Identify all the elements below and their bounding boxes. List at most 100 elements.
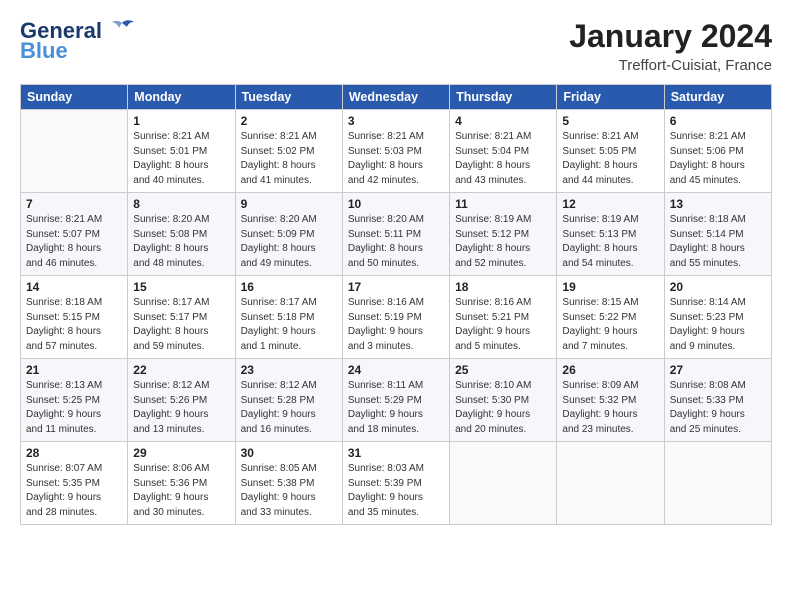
day-info: Sunrise: 8:17 AMSunset: 5:18 PMDaylight:…: [241, 296, 337, 354]
logo-blue-text: Blue: [20, 38, 68, 64]
day-number: 6: [670, 114, 766, 128]
day-number: 16: [241, 280, 337, 294]
day-info: Sunrise: 8:11 AMSunset: 5:29 PMDaylight:…: [348, 379, 444, 437]
calendar-cell: [450, 442, 557, 525]
calendar-week-row: 21 Sunrise: 8:13 AMSunset: 5:25 PMDayligh…: [21, 359, 772, 442]
day-info: Sunrise: 8:14 AMSunset: 5:23 PMDaylight:…: [670, 296, 766, 354]
day-number: 28: [26, 446, 122, 460]
weekday-header-tuesday: Tuesday: [235, 85, 342, 110]
day-info: Sunrise: 8:19 AMSunset: 5:13 PMDaylight:…: [562, 213, 658, 271]
day-info: Sunrise: 8:21 AMSunset: 5:06 PMDaylight:…: [670, 130, 766, 188]
calendar-cell: [557, 442, 664, 525]
calendar-cell: 8 Sunrise: 8:20 AMSunset: 5:08 PMDaylight…: [128, 193, 235, 276]
day-info: Sunrise: 8:21 AMSunset: 5:03 PMDaylight:…: [348, 130, 444, 188]
calendar-cell: 9 Sunrise: 8:20 AMSunset: 5:09 PMDaylight…: [235, 193, 342, 276]
weekday-header-thursday: Thursday: [450, 85, 557, 110]
logo: General Blue: [20, 18, 136, 64]
day-number: 7: [26, 197, 122, 211]
day-info: Sunrise: 8:20 AMSunset: 5:11 PMDaylight:…: [348, 213, 444, 271]
day-info: Sunrise: 8:05 AMSunset: 5:38 PMDaylight:…: [241, 462, 337, 520]
day-info: Sunrise: 8:12 AMSunset: 5:28 PMDaylight:…: [241, 379, 337, 437]
calendar-cell: 12 Sunrise: 8:19 AMSunset: 5:13 PMDayligh…: [557, 193, 664, 276]
day-info: Sunrise: 8:07 AMSunset: 5:35 PMDaylight:…: [26, 462, 122, 520]
calendar-cell: 14Sunrise: 8:18 AMSunset: 5:15 PMDayligh…: [21, 276, 128, 359]
calendar-cell: 18Sunrise: 8:16 AMSunset: 5:21 PMDayligh…: [450, 276, 557, 359]
calendar-cell: 6 Sunrise: 8:21 AMSunset: 5:06 PMDaylight…: [664, 110, 771, 193]
day-number: 13: [670, 197, 766, 211]
day-info: Sunrise: 8:06 AMSunset: 5:36 PMDaylight:…: [133, 462, 229, 520]
day-number: 5: [562, 114, 658, 128]
day-info: Sunrise: 8:21 AMSunset: 5:02 PMDaylight:…: [241, 130, 337, 188]
calendar-cell: [664, 442, 771, 525]
calendar-cell: 15 Sunrise: 8:17 AMSunset: 5:17 PMDayligh…: [128, 276, 235, 359]
day-number: 3: [348, 114, 444, 128]
day-info: Sunrise: 8:18 AMSunset: 5:14 PMDaylight:…: [670, 213, 766, 271]
day-number: 15: [133, 280, 229, 294]
day-number: 20: [670, 280, 766, 294]
day-info: Sunrise: 8:19 AMSunset: 5:12 PMDaylight:…: [455, 213, 551, 271]
day-number: 14: [26, 280, 122, 294]
day-number: 31: [348, 446, 444, 460]
location-title: Treffort-Cuisiat, France: [569, 57, 772, 74]
day-info: Sunrise: 8:13 AMSunset: 5:25 PMDaylight:…: [26, 379, 122, 437]
day-info: Sunrise: 8:17 AMSunset: 5:17 PMDaylight:…: [133, 296, 229, 354]
day-number: 10: [348, 197, 444, 211]
day-number: 30: [241, 446, 337, 460]
calendar-cell: 27 Sunrise: 8:08 AMSunset: 5:33 PMDayligh…: [664, 359, 771, 442]
calendar-cell: 21 Sunrise: 8:13 AMSunset: 5:25 PMDayligh…: [21, 359, 128, 442]
calendar-cell: 20 Sunrise: 8:14 AMSunset: 5:23 PMDayligh…: [664, 276, 771, 359]
calendar-cell: 5Sunrise: 8:21 AMSunset: 5:05 PMDaylight…: [557, 110, 664, 193]
calendar-cell: [21, 110, 128, 193]
calendar-week-row: 14Sunrise: 8:18 AMSunset: 5:15 PMDayligh…: [21, 276, 772, 359]
calendar-week-row: 28 Sunrise: 8:07 AMSunset: 5:35 PMDayligh…: [21, 442, 772, 525]
day-number: 27: [670, 363, 766, 377]
day-info: Sunrise: 8:15 AMSunset: 5:22 PMDaylight:…: [562, 296, 658, 354]
logo-bird-icon: [108, 19, 136, 41]
calendar-cell: 2 Sunrise: 8:21 AMSunset: 5:02 PMDaylight…: [235, 110, 342, 193]
calendar-cell: 10 Sunrise: 8:20 AMSunset: 5:11 PMDayligh…: [342, 193, 449, 276]
calendar-cell: 26Sunrise: 8:09 AMSunset: 5:32 PMDayligh…: [557, 359, 664, 442]
calendar-week-row: 1 Sunrise: 8:21 AMSunset: 5:01 PMDaylight…: [21, 110, 772, 193]
day-info: Sunrise: 8:20 AMSunset: 5:08 PMDaylight:…: [133, 213, 229, 271]
day-info: Sunrise: 8:12 AMSunset: 5:26 PMDaylight:…: [133, 379, 229, 437]
calendar-cell: 29 Sunrise: 8:06 AMSunset: 5:36 PMDayligh…: [128, 442, 235, 525]
day-number: 9: [241, 197, 337, 211]
day-number: 12: [562, 197, 658, 211]
day-info: Sunrise: 8:21 AMSunset: 5:01 PMDaylight:…: [133, 130, 229, 188]
day-info: Sunrise: 8:21 AMSunset: 5:04 PMDaylight:…: [455, 130, 551, 188]
day-number: 2: [241, 114, 337, 128]
calendar-cell: 30 Sunrise: 8:05 AMSunset: 5:38 PMDayligh…: [235, 442, 342, 525]
day-number: 24: [348, 363, 444, 377]
month-title: January 2024: [569, 18, 772, 55]
calendar-cell: 28 Sunrise: 8:07 AMSunset: 5:35 PMDayligh…: [21, 442, 128, 525]
day-number: 1: [133, 114, 229, 128]
day-info: Sunrise: 8:09 AMSunset: 5:32 PMDaylight:…: [562, 379, 658, 437]
day-number: 17: [348, 280, 444, 294]
calendar-cell: 19Sunrise: 8:15 AMSunset: 5:22 PMDayligh…: [557, 276, 664, 359]
calendar-cell: 22 Sunrise: 8:12 AMSunset: 5:26 PMDayligh…: [128, 359, 235, 442]
weekday-header-friday: Friday: [557, 85, 664, 110]
day-number: 22: [133, 363, 229, 377]
weekday-header-wednesday: Wednesday: [342, 85, 449, 110]
calendar-cell: 17 Sunrise: 8:16 AMSunset: 5:19 PMDayligh…: [342, 276, 449, 359]
calendar-cell: 23Sunrise: 8:12 AMSunset: 5:28 PMDayligh…: [235, 359, 342, 442]
day-number: 25: [455, 363, 551, 377]
calendar-cell: 11 Sunrise: 8:19 AMSunset: 5:12 PMDayligh…: [450, 193, 557, 276]
calendar-cell: 25Sunrise: 8:10 AMSunset: 5:30 PMDayligh…: [450, 359, 557, 442]
calendar-table: SundayMondayTuesdayWednesdayThursdayFrid…: [20, 84, 772, 525]
calendar-cell: 1 Sunrise: 8:21 AMSunset: 5:01 PMDaylight…: [128, 110, 235, 193]
day-number: 4: [455, 114, 551, 128]
day-info: Sunrise: 8:21 AMSunset: 5:07 PMDaylight:…: [26, 213, 122, 271]
calendar-cell: 24 Sunrise: 8:11 AMSunset: 5:29 PMDayligh…: [342, 359, 449, 442]
day-number: 8: [133, 197, 229, 211]
day-number: 11: [455, 197, 551, 211]
day-info: Sunrise: 8:16 AMSunset: 5:19 PMDaylight:…: [348, 296, 444, 354]
day-number: 29: [133, 446, 229, 460]
day-number: 21: [26, 363, 122, 377]
day-info: Sunrise: 8:08 AMSunset: 5:33 PMDaylight:…: [670, 379, 766, 437]
day-info: Sunrise: 8:20 AMSunset: 5:09 PMDaylight:…: [241, 213, 337, 271]
calendar-cell: 13 Sunrise: 8:18 AMSunset: 5:14 PMDayligh…: [664, 193, 771, 276]
day-info: Sunrise: 8:16 AMSunset: 5:21 PMDaylight:…: [455, 296, 551, 354]
title-block: January 2024 Treffort-Cuisiat, France: [569, 18, 772, 74]
calendar-cell: 3 Sunrise: 8:21 AMSunset: 5:03 PMDaylight…: [342, 110, 449, 193]
